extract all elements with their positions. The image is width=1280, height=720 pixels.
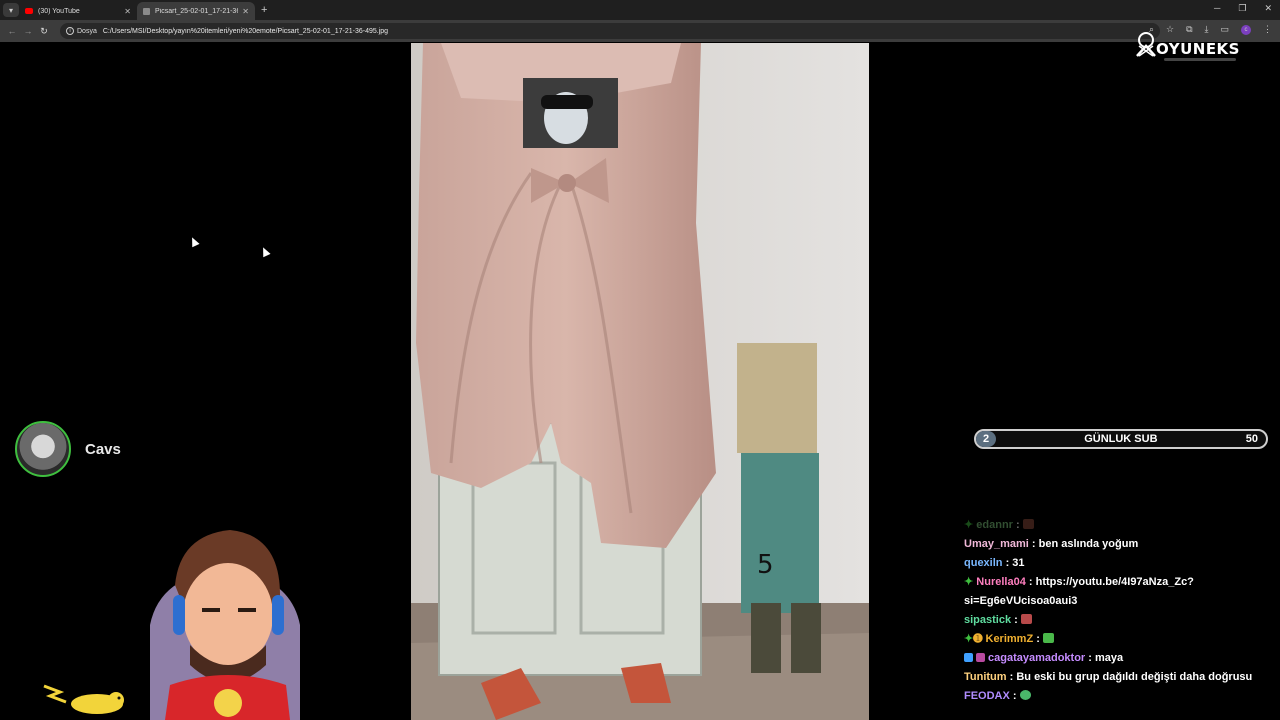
chat-username: FEODAX xyxy=(964,690,1010,702)
forward-icon[interactable]: → xyxy=(20,26,36,36)
chat-message: Umay_mami : ben aslında yoğum xyxy=(964,538,1139,550)
badge-icon xyxy=(976,653,985,662)
tab-title: (30) YouTube xyxy=(38,7,80,15)
close-icon[interactable]: ✕ xyxy=(242,7,249,16)
image-icon xyxy=(143,7,150,15)
mouse-cursor-icon xyxy=(259,245,271,258)
tab-search-button[interactable]: ▾ xyxy=(3,3,19,17)
chat-message: sipastick : xyxy=(964,611,1264,630)
chat-username: KerimmZ xyxy=(985,633,1034,645)
chat-overlay: ✦ edannr : Umay_mami : ben aslında yoğum… xyxy=(964,516,1264,706)
chevron-down-icon: ▾ xyxy=(8,5,13,15)
site-info-label: Dosya xyxy=(77,27,97,35)
badge-icon xyxy=(964,653,973,662)
logo-text: OYUNEKS xyxy=(1156,40,1240,58)
back-icon[interactable]: ← xyxy=(4,26,20,36)
sub-goal-current: 2 xyxy=(976,431,996,447)
emote-icon xyxy=(1020,614,1032,624)
svg-text:5: 5 xyxy=(757,550,774,580)
emote-icon xyxy=(1019,690,1031,700)
tab-picsart-image[interactable]: Picsart_25-02-01_17-21-36-495 ✕ xyxy=(137,2,255,20)
chat-username: cagatayamadoktor xyxy=(988,652,1086,664)
new-tab-button[interactable]: + xyxy=(261,4,267,16)
chat-username: edannr xyxy=(976,519,1013,531)
channel-logo: OYUNEKS xyxy=(1134,28,1246,68)
chat-username: Umay_mami xyxy=(964,538,1029,550)
minimize-icon[interactable]: ─ xyxy=(1214,3,1220,14)
emote-icon xyxy=(1022,519,1034,529)
viewed-image[interactable]: 5 xyxy=(411,43,869,720)
tab-title: Picsart_25-02-01_17-21-36-495 xyxy=(155,7,239,15)
chat-text: Bu eski bu grup dağıldı değişti daha doğ… xyxy=(1016,671,1253,683)
photo-scene: 5 xyxy=(411,43,869,720)
badge-icon: ✦ xyxy=(964,633,974,645)
streamer-name: Cavs xyxy=(85,440,121,458)
restore-icon[interactable]: ❐ xyxy=(1238,3,1246,14)
menu-icon[interactable]: ⋮ xyxy=(1263,24,1272,35)
sub-goal-target: 50 xyxy=(1245,433,1258,445)
window-controls: ─ ❐ ✕ xyxy=(1214,3,1272,14)
streamer-card: Cavs xyxy=(15,421,121,477)
chat-text: maya xyxy=(1095,652,1124,664)
chat-message: ✦➊ KerimmZ : xyxy=(964,630,1264,649)
chat-text: 31 xyxy=(1012,557,1025,569)
badge-icon: ✦ xyxy=(964,576,977,588)
reload-icon[interactable]: ↻ xyxy=(36,26,52,37)
chat-username: sipastick xyxy=(964,614,1012,626)
streamer-avatar-illustration xyxy=(150,530,300,720)
toolbar: ← → ↻ i Dosya C:/Users/MSI/Desktop/yayın… xyxy=(0,20,1280,42)
close-icon[interactable]: ✕ xyxy=(124,7,131,16)
chat-text: ben aslında yoğum xyxy=(1038,538,1139,550)
youtube-icon xyxy=(25,8,33,14)
chat-message: ✦ edannr : xyxy=(964,516,1264,535)
close-window-icon[interactable]: ✕ xyxy=(1264,3,1272,14)
emote-icon xyxy=(1042,633,1054,643)
chat-message: Tunitum : Bu eski bu grup dağıldı değişt… xyxy=(964,671,1253,683)
mouse-cursor-icon xyxy=(188,235,200,248)
badge-icon: ✦ xyxy=(964,519,977,531)
chat-message: FEODAX : xyxy=(964,687,1264,706)
controller-mascot-icon xyxy=(1136,32,1156,57)
daily-sub-goal-bar: 2 GÜNLUK SUB 50 xyxy=(974,429,1268,449)
chat-username: quexiln xyxy=(964,557,1003,569)
sub-goal-label: GÜNLUK SUB xyxy=(1084,433,1158,445)
address-bar[interactable]: i Dosya C:/Users/MSI/Desktop/yayın%20ite… xyxy=(60,23,1160,39)
chat-username: Nurella04 xyxy=(976,576,1026,588)
badge-icon: ➊ xyxy=(973,633,986,645)
tab-strip: ▾ (30) YouTube ✕ Picsart_25-02-01_17-21-… xyxy=(0,0,1280,20)
chat-message: ✦ Nurella04 : https://youtu.be/4I97aNza_… xyxy=(964,576,1194,607)
info-icon: i xyxy=(66,27,74,35)
chat-message: quexiln : 31 xyxy=(964,557,1025,569)
pikachu-sticker-icon xyxy=(43,684,124,714)
site-info-chip[interactable]: i Dosya xyxy=(66,27,97,35)
tab-youtube[interactable]: (30) YouTube ✕ xyxy=(19,2,137,20)
url-text[interactable]: C:/Users/MSI/Desktop/yayın%20itemleri/ye… xyxy=(103,28,388,35)
chat-username: Tunitum xyxy=(964,671,1007,683)
logo-tagline-bar xyxy=(1164,58,1236,61)
avatar xyxy=(15,421,71,477)
chat-message: cagatayamadoktor : maya xyxy=(964,649,1264,668)
